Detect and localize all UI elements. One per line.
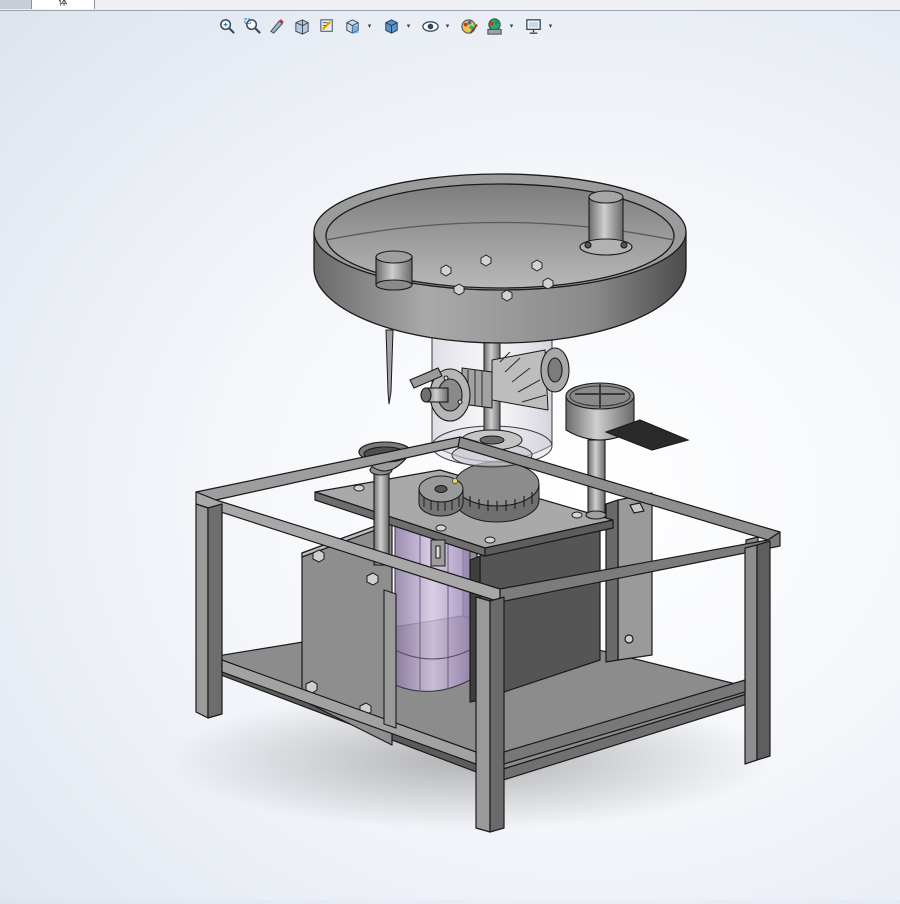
section-view-icon [294, 18, 309, 35]
document-tab[interactable] [0, 0, 32, 9]
chevron-down-icon[interactable]: ▾ [547, 15, 554, 37]
previous-view-icon [269, 18, 284, 34]
chevron-down-icon[interactable]: ▾ [366, 15, 373, 37]
chevron-down-icon[interactable]: ▾ [508, 15, 515, 37]
document-tab-strip: 体 [0, 0, 900, 11]
zoom-to-fit-icon [219, 18, 235, 34]
edit-appearance-icon [460, 18, 478, 34]
chevron-down-icon[interactable]: ▾ [444, 15, 451, 37]
zoom-to-area-icon [243, 17, 261, 34]
motor-shaft-coupler [430, 539, 446, 567]
apply-scene-icon [486, 17, 502, 35]
display-style-icon [384, 18, 398, 34]
heads-up-view-toolbar: ▾ ▾ ▾ ▾ ▾ [216, 14, 558, 38]
zoom-to-fit-button[interactable] [216, 15, 238, 37]
document-tab-active[interactable]: 体 [32, 0, 95, 9]
rotary-feed-tray [313, 173, 687, 344]
zoom-to-area-button[interactable] [241, 15, 263, 37]
view-settings-button[interactable] [522, 15, 544, 37]
cad-model [170, 173, 781, 833]
view-orientation-button[interactable] [341, 15, 363, 37]
section-view-button[interactable] [291, 15, 313, 37]
left-bearing-housing [409, 367, 471, 422]
display-style-button[interactable] [380, 15, 402, 37]
frame-side-uprights [383, 589, 397, 729]
apply-scene-button[interactable] [483, 15, 505, 37]
previous-view-button[interactable] [266, 15, 288, 37]
edit-appearance-button[interactable] [458, 15, 480, 37]
hide-show-items-button[interactable] [419, 15, 441, 37]
chevron-down-icon[interactable]: ▾ [405, 15, 412, 37]
view-settings-icon [525, 18, 541, 34]
right-bearing-housing [540, 347, 570, 393]
dynamic-annotation-button[interactable] [316, 15, 338, 37]
graphics-viewport[interactable] [0, 40, 900, 900]
hide-show-items-icon [421, 20, 439, 32]
dynamic-annotation-icon [319, 18, 333, 32]
dispensing-needle [385, 329, 394, 405]
view-orientation-icon [345, 18, 359, 34]
